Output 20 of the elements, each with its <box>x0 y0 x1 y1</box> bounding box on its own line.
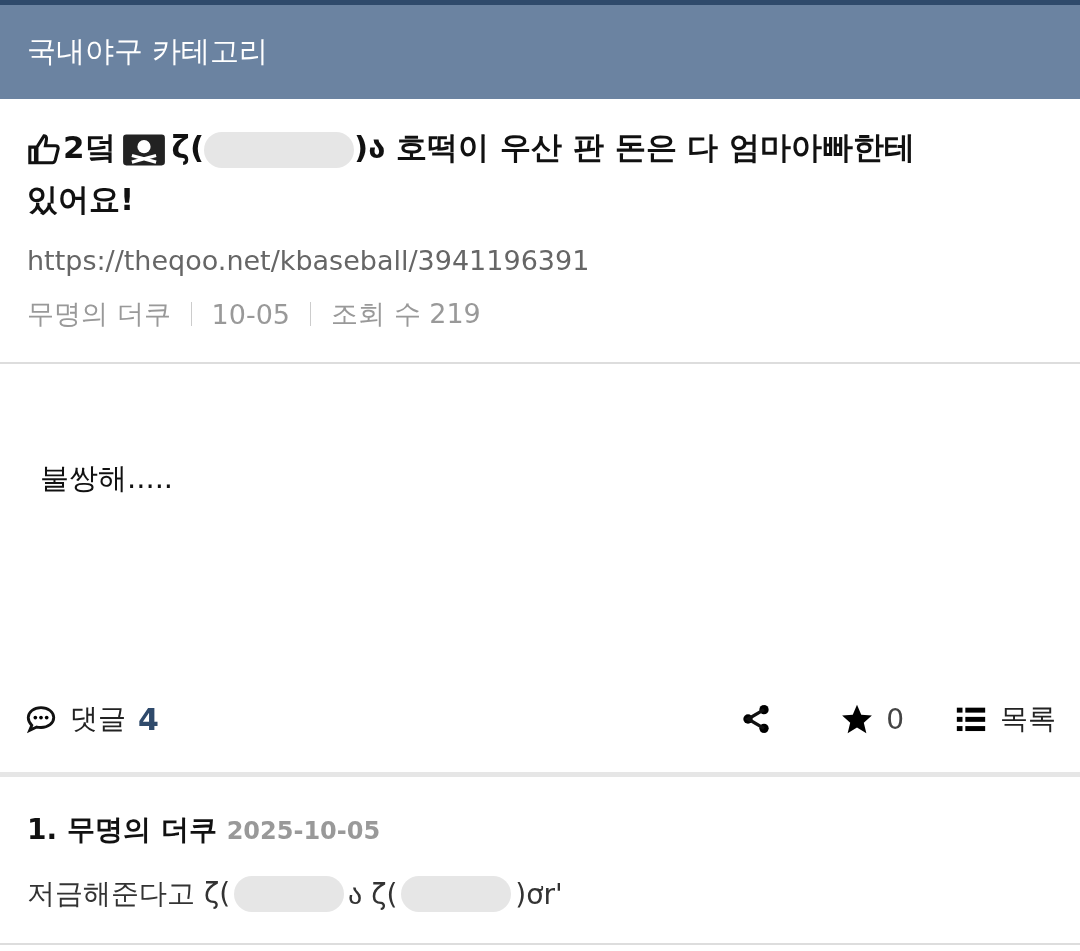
post-url: https://theqoo.net/kbaseball/3941196391 <box>27 245 591 276</box>
list-button[interactable]: 목록 <box>954 700 1056 738</box>
post-date: 10-05 <box>211 298 291 330</box>
comments-button[interactable]: 댓글 4 <box>24 700 159 738</box>
category-title: 국내야구 카테고리 <box>27 33 269 70</box>
post-body: 불쌍해..... <box>39 460 175 497</box>
pirate-flag-icon <box>121 132 166 167</box>
post-title: ζ( <box>171 129 205 165</box>
thumbs-up-icon <box>27 132 61 167</box>
post-title: 있어요! <box>27 181 135 217</box>
comment-date: 2025-10-05 <box>226 817 381 845</box>
view-count: 조회 수 219 <box>331 297 481 331</box>
post-title: 2덬 <box>63 129 116 165</box>
comment-author: 1. 무명의 더쿠 <box>27 812 217 848</box>
comment-text: )ơr' <box>515 877 563 911</box>
author-name: 무명의 더쿠 <box>27 297 171 331</box>
comment-text: ა ζ( <box>348 877 398 911</box>
post-title: )ა 호떡이 우산 판 돈은 다 엄마아빠한테 <box>354 129 916 165</box>
comment-text: 저금해준다고 ζ( <box>27 876 231 912</box>
favorite-button[interactable]: 0 <box>840 702 904 736</box>
